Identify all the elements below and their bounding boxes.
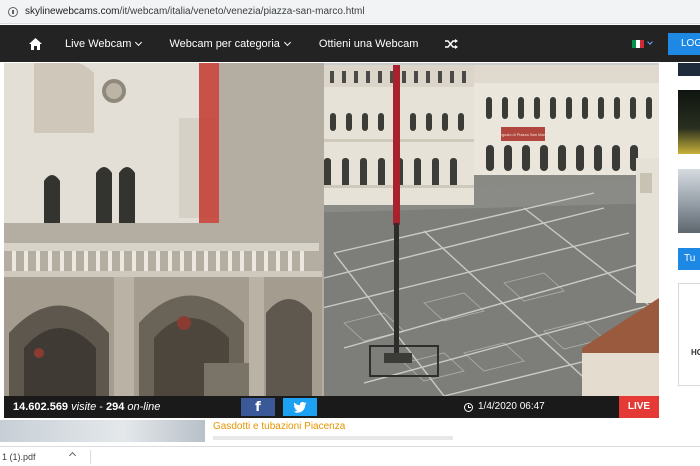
- twitter-icon: [293, 401, 307, 413]
- download-divider: [90, 450, 91, 464]
- nav-live-webcam[interactable]: Live Webcam: [65, 37, 143, 50]
- facebook-share-button[interactable]: f: [241, 398, 275, 416]
- site-navbar: Live Webcam Webcam per categoria Ottieni…: [0, 25, 700, 62]
- online-separator: -: [96, 401, 106, 413]
- download-filename[interactable]: 1 (1).pdf: [2, 452, 36, 462]
- facebook-icon: f: [255, 400, 261, 415]
- italian-flag-icon[interactable]: [632, 40, 644, 48]
- chevron-down-icon: [135, 38, 143, 46]
- webcam-info-bar: 14.602.569 visite - 294 on-line f 1/4/20…: [4, 396, 659, 418]
- webcam-player[interactable]: Negozio di Piazza San Marco: [4, 63, 659, 396]
- nav-ottieni-label: Ottieni una Webcam: [318, 37, 419, 50]
- browser-window: skylinewebcams.com/it/webcam/italia/vene…: [0, 0, 700, 466]
- clock-icon: [464, 402, 473, 412]
- shuffle-icon[interactable]: [445, 38, 459, 49]
- visits-counter: 14.602.569 visite - 294 on-line: [13, 401, 160, 413]
- related-webcam-thumbnail[interactable]: [0, 420, 205, 442]
- url-text[interactable]: skylinewebcams.com/it/webcam/italia/vene…: [25, 6, 365, 17]
- download-bar: 1 (1).pdf: [0, 446, 700, 466]
- visits-count: 14.602.569: [13, 401, 69, 413]
- url-domain: skylinewebcams.com: [25, 6, 120, 17]
- sidebar-thumbnail[interactable]: [678, 90, 700, 154]
- nav-categoria-label: Webcam per categoria: [169, 37, 280, 50]
- sidebar-thumbnail[interactable]: [678, 169, 700, 233]
- twitter-share-button[interactable]: [283, 398, 317, 416]
- shop-sign-text: Negozio di Piazza San Marco: [497, 132, 550, 137]
- timestamp-text: 1/4/2020 06:47: [478, 401, 545, 412]
- address-bar[interactable]: skylinewebcams.com/it/webcam/italia/vene…: [0, 0, 700, 24]
- online-count: 294: [105, 401, 125, 413]
- webcam-image: Negozio di Piazza San Marco: [4, 63, 659, 396]
- chevron-down-icon[interactable]: [647, 39, 653, 45]
- online-label: on-line: [127, 401, 161, 413]
- nav-ottieni-webcam[interactable]: Ottieni una Webcam: [319, 38, 418, 50]
- flagpole: [393, 65, 400, 225]
- chevron-up-icon[interactable]: [68, 451, 77, 460]
- nav-live-webcam-label: Live Webcam: [65, 37, 132, 50]
- ad-subtext: [213, 436, 453, 440]
- login-button[interactable]: LOG: [668, 33, 700, 55]
- visits-label: visite: [71, 401, 97, 413]
- nav-webcam-categoria[interactable]: Webcam per categoria: [169, 37, 291, 50]
- webcam-timestamp: 1/4/2020 06:47: [464, 396, 545, 418]
- url-path: /it/webcam/italia/veneto/venezia/piazza-…: [119, 6, 365, 17]
- sidebar-card[interactable]: HO: [678, 283, 700, 386]
- sidebar-button[interactable]: Tu: [678, 248, 700, 270]
- sidebar-thumbnail[interactable]: [678, 63, 700, 76]
- home-icon[interactable]: [22, 37, 48, 50]
- chevron-down-icon: [283, 38, 291, 46]
- info-icon[interactable]: [8, 6, 18, 17]
- live-badge: LIVE: [619, 396, 659, 418]
